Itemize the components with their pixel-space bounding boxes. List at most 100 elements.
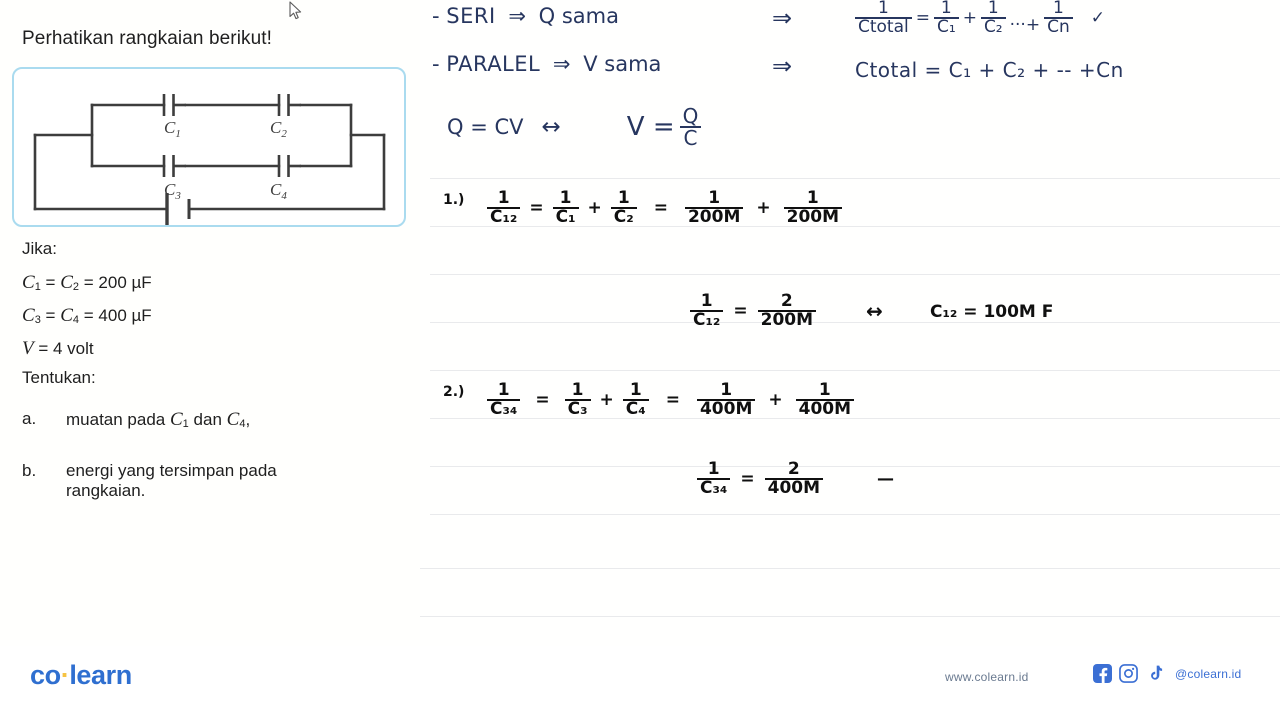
page-root: Perhatikan rangkaian berikut! C1 C2 C3 C…: [0, 0, 1280, 720]
item-a-sub1: 1: [182, 418, 189, 430]
item-a-mid: dan: [193, 410, 222, 429]
rule-line: [430, 178, 1280, 179]
series-lhs-num: 1: [877, 0, 889, 18]
given-row-1: C1 = C2 = 200 µF: [22, 273, 412, 293]
series-lhs-den: Ctotal: [855, 17, 912, 36]
site-url[interactable]: www.colearn.id: [945, 670, 1029, 684]
note-parallel-result: V sama: [583, 52, 662, 76]
s1-l2-rnum: 2: [780, 291, 793, 311]
given-heading: Jika:: [22, 239, 57, 258]
item-a-after: ,: [245, 410, 251, 429]
instagram-icon[interactable]: [1119, 664, 1138, 683]
s1-d-num: 1: [806, 188, 819, 208]
note-series-dash: -: [432, 4, 440, 28]
given-sub-4: 4: [72, 314, 80, 326]
qcv-num: Q: [682, 104, 699, 128]
s2-d-fraction: 1 400M: [795, 380, 855, 419]
s2-c-den: 400M: [696, 399, 756, 418]
s2-c-fraction: 1 400M: [696, 381, 756, 419]
s2-l2-rden: 400M: [764, 478, 824, 497]
social-handle[interactable]: @colearn.id: [1175, 667, 1241, 681]
series-lhs-fraction: 1 Ctotal: [855, 0, 912, 37]
s2-l2-eq: =: [740, 469, 755, 490]
work-step1-number: 1.): [443, 192, 465, 208]
series-t2-den: C₂: [980, 17, 1006, 36]
s2-plus-1: +: [599, 390, 614, 411]
s1-plus-1: +: [587, 198, 602, 219]
s2-l2-num: 1: [707, 459, 720, 479]
implies-arrow-series-icon: ⇒: [772, 4, 793, 32]
s1-eq-1: =: [529, 198, 544, 219]
s1-lhs-den: C₁₂: [487, 207, 521, 226]
series-t1-num: 1: [940, 0, 952, 18]
capacitor-label-c1: C1: [164, 118, 181, 140]
social-links: @colearn.id: [1093, 664, 1241, 683]
note-parallel-formula: Ctotal = C₁ + C₂ + -- +Cn: [855, 58, 1124, 82]
series-tn-den: Cn: [1044, 17, 1073, 36]
tiktok-icon[interactable]: [1145, 664, 1164, 683]
work-step2-number: 2.): [443, 384, 465, 400]
item-b-line2: rangkaian.: [66, 481, 146, 500]
s2-l2-rhs-fraction: 2 400M: [764, 460, 824, 498]
s2-l2-den: C₃₄: [697, 478, 731, 497]
series-ellipsis: ···+: [1009, 14, 1041, 35]
s2-eq-1: =: [535, 390, 550, 411]
voltage-symbol: V: [22, 338, 34, 359]
s1-a-fraction: 1 C₁: [552, 189, 579, 227]
ask-heading: Tentukan:: [22, 368, 96, 387]
note-parallel-arrow: ⇒: [552, 52, 571, 76]
work-step1-result: C₁₂ = 100M F: [930, 302, 1054, 322]
question-item-b: b. energi yang tersimpan pada rangkaian.: [22, 461, 412, 501]
item-a-sym1: C: [169, 409, 183, 430]
s1-l2-den: C₁₂: [690, 310, 724, 329]
item-a-text: muatan pada: [66, 410, 166, 429]
s2-d-den: 400M: [795, 399, 855, 418]
given-sub-2: 2: [72, 281, 80, 293]
equivalence-arrow-icon: ↔: [541, 114, 561, 141]
mouse-cursor-icon: [289, 1, 303, 26]
s2-a-num: 1: [571, 380, 584, 400]
implies-arrow-parallel-icon: ⇒: [772, 52, 793, 80]
given-value-1: = 200 µF: [83, 273, 152, 292]
item-marker-b: b.: [22, 461, 37, 480]
given-sym-c2: C: [60, 272, 73, 293]
given-value-2: = 400 µF: [83, 306, 152, 325]
s1-lhs-num: 1: [497, 188, 510, 208]
s2-d-num: 1: [818, 380, 831, 400]
s2-b-fraction: 1 C₄: [622, 381, 649, 419]
s2-trailing-dash: —: [877, 469, 895, 490]
series-plus-1: +: [962, 8, 977, 29]
rule-line: [430, 370, 1280, 371]
facebook-icon[interactable]: [1093, 664, 1112, 683]
series-term1-fraction: 1 C₁: [934, 0, 959, 37]
given-eq-1: =: [45, 273, 56, 292]
series-term2-fraction: 1 C₂: [980, 0, 1006, 37]
work-step2-line1: 1 C₃₄ = 1 C₃ + 1 C₄ = 1 400M + 1 400M: [487, 380, 855, 419]
circuit-diagram-panel: C1 C2 C3 C4: [12, 67, 406, 227]
series-t1-den: C₁: [934, 17, 959, 36]
series-equals: =: [915, 8, 930, 29]
s2-plus-2: +: [768, 390, 783, 411]
s2-lhs-fraction: 1 C₃₄: [487, 381, 521, 419]
s1-eq-2: =: [653, 198, 668, 219]
capacitor-label-c2: C2: [270, 118, 287, 140]
qcv-fraction: Q C: [679, 104, 702, 149]
rule-line: [430, 514, 1280, 515]
qcv-v-label: V =: [626, 112, 675, 143]
given-sym-c1: C: [22, 272, 35, 293]
series-t2-num: 1: [987, 0, 999, 18]
iff-arrow-icon: ↔: [866, 299, 883, 324]
s1-b-num: 1: [617, 188, 630, 208]
s1-a-den: C₁: [552, 207, 579, 226]
footer: co·learn www.colearn.id @colearn.id: [0, 646, 1280, 720]
capacitor-label-c3: C3: [164, 180, 181, 202]
given-sym-c4: C: [60, 305, 73, 326]
s2-lhs-den: C₃₄: [487, 399, 521, 418]
question-column: Perhatikan rangkaian berikut! C1 C2 C3 C…: [0, 0, 420, 640]
series-tn-num: 1: [1053, 0, 1064, 18]
s1-c-num: 1: [708, 188, 721, 208]
s1-c-fraction: 1 200M: [684, 188, 744, 227]
s1-l2-eq: =: [733, 301, 748, 322]
note-series-label: SERI: [446, 4, 496, 28]
note-qcv-formula: Q = CV ↔ V = Q C: [447, 104, 702, 149]
